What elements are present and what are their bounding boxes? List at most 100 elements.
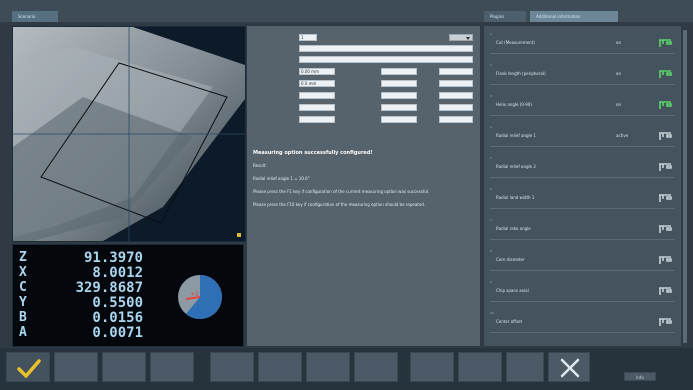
dro-row-y: Y 0.5500 <box>19 295 159 311</box>
form-row <box>253 45 473 53</box>
dro-row-b: B 0.0156 <box>19 310 159 326</box>
measurement-item[interactable]: 4 Radial relief angle 1 active <box>490 125 675 147</box>
form-row <box>253 56 473 64</box>
form-field[interactable] <box>381 92 417 99</box>
tab-plugins[interactable]: Plugins <box>484 11 526 22</box>
form-field[interactable] <box>439 104 473 111</box>
caliper-icon[interactable] <box>658 254 672 266</box>
caliper-icon[interactable] <box>658 99 672 111</box>
dro-axis-value: 329.8687 <box>75 280 143 296</box>
close-icon <box>560 358 580 378</box>
form-dropdown[interactable] <box>449 34 473 41</box>
form-field[interactable] <box>299 56 473 63</box>
checkmark-icon <box>17 359 41 378</box>
confirm-button[interactable] <box>6 352 50 382</box>
softkey-button[interactable] <box>258 352 302 382</box>
softkey-button[interactable] <box>102 352 146 382</box>
caliper-icon[interactable] <box>658 68 672 80</box>
axis-position-display: Z 91.3970 X 8.0012 C 329.8687 Y 0.5500 B… <box>12 244 244 347</box>
form-field[interactable] <box>381 104 417 111</box>
measurement-item[interactable]: 2 Flank length (peripheral) on <box>490 63 675 85</box>
measurement-item-number: 9 <box>490 280 492 284</box>
measurement-item-label: Radial relief angle 1 <box>496 133 536 138</box>
dro-axis-label: Z <box>19 250 27 265</box>
softkey-button[interactable] <box>506 352 544 382</box>
form-row: 1 <box>253 34 473 42</box>
measurement-item-label: Flank length (peripheral) <box>496 71 546 76</box>
form-field[interactable] <box>439 68 473 75</box>
cancel-button[interactable] <box>548 352 590 382</box>
measurement-item-number: 6 <box>490 187 492 191</box>
message-result-value: Radial relief angle 1 = 10.6° <box>253 176 310 181</box>
measurement-item[interactable]: 7 Radial rake angle <box>490 218 675 240</box>
rotation-gauge-icon: +1 <box>178 275 223 320</box>
measurement-item-number: 4 <box>490 125 492 129</box>
measurement-item[interactable]: 5 Radial relief angle 2 <box>490 156 675 178</box>
form-field[interactable] <box>299 92 335 99</box>
form-field[interactable] <box>439 116 473 123</box>
form-row <box>253 92 473 100</box>
measurement-item-label: Chip space axial <box>496 288 529 293</box>
form-field[interactable]: 1 <box>299 34 317 41</box>
caliper-icon[interactable] <box>658 316 672 328</box>
scrollbar[interactable] <box>683 30 687 343</box>
message-hint-f10: Please press the F10 key if configuratio… <box>253 202 426 207</box>
form-field[interactable]: 0.00 mm <box>299 68 335 75</box>
caliper-icon[interactable] <box>658 285 672 297</box>
caliper-icon[interactable] <box>658 223 672 235</box>
bottom-toolbar: Info <box>0 348 693 390</box>
info-button[interactable]: Info <box>624 372 656 381</box>
form-field[interactable] <box>299 104 335 111</box>
measurement-item-label: Radial land width 1 <box>496 195 535 200</box>
measurement-item[interactable]: 6 Radial land width 1 <box>490 187 675 209</box>
measurement-item-label: Radial relief angle 2 <box>496 164 536 169</box>
form-field[interactable] <box>299 116 335 123</box>
softkey-button[interactable] <box>210 352 254 382</box>
form-field[interactable] <box>299 45 473 52</box>
caliper-icon[interactable] <box>658 161 672 173</box>
dro-axis-value: 8.0012 <box>92 265 143 281</box>
dro-row-x: X 8.0012 <box>19 265 159 281</box>
form-field[interactable]: 0.0 mm <box>299 80 335 87</box>
form-row: 0.00 mm <box>253 68 473 76</box>
measurement-item[interactable]: 9 Chip space axial <box>490 280 675 302</box>
measurement-item-status: on <box>616 71 621 76</box>
dro-axis-label: Y <box>19 295 27 310</box>
caliper-icon[interactable] <box>658 192 672 204</box>
measurement-item-status: on <box>616 40 621 45</box>
form-field[interactable] <box>381 116 417 123</box>
status-message: Measuring option successfully configured… <box>253 150 468 215</box>
measurement-item-label: Helix angle (0-90) <box>496 102 532 107</box>
measurement-item-number: 3 <box>490 94 492 98</box>
measurement-item-number: 2 <box>490 63 492 67</box>
measurement-item-number: 10 <box>490 311 494 315</box>
softkey-button[interactable] <box>354 352 398 382</box>
caliper-icon[interactable] <box>658 130 672 142</box>
softkey-button[interactable] <box>458 352 502 382</box>
form-field[interactable] <box>381 80 417 87</box>
tab-scenario[interactable]: Scenario <box>12 11 58 22</box>
form-field[interactable] <box>381 68 417 75</box>
measurement-item-number: 5 <box>490 156 492 160</box>
measurement-item[interactable]: 10 Center offset <box>490 311 675 333</box>
softkey-button[interactable] <box>54 352 98 382</box>
dro-axis-value: 0.0071 <box>92 325 143 341</box>
measurement-item[interactable]: 3 Helix angle (0-90) on <box>490 94 675 116</box>
softkey-button[interactable] <box>150 352 194 382</box>
form-field[interactable] <box>439 80 473 87</box>
measurement-item[interactable]: 8 Core diameter <box>490 249 675 271</box>
message-hint-f1: Please press the F1 key if configuration… <box>253 189 430 194</box>
form-row <box>253 116 473 124</box>
measurement-item-label: Radial rake angle <box>496 226 531 231</box>
camera-view[interactable] <box>12 26 246 242</box>
measurement-item[interactable]: 1 Cut (Measurement) on <box>490 32 675 54</box>
caliper-icon[interactable] <box>658 37 672 49</box>
softkey-button[interactable] <box>410 352 454 382</box>
measurement-item-status: active <box>616 133 629 138</box>
form-field[interactable] <box>439 92 473 99</box>
softkey-button[interactable] <box>306 352 350 382</box>
dro-row-c: C 329.8687 <box>19 280 159 296</box>
tab-additional-information[interactable]: Additional information <box>530 11 618 22</box>
measurement-item-status: on <box>616 102 621 107</box>
dro-axis-label: B <box>19 310 27 325</box>
